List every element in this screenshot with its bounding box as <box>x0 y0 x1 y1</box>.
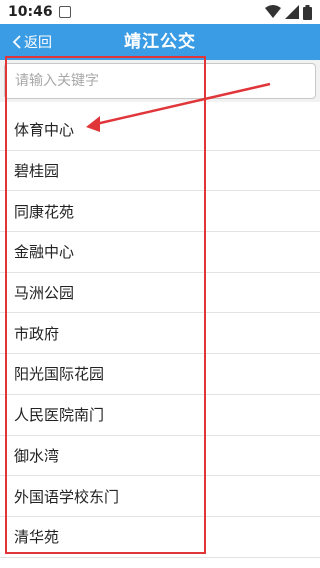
list-item[interactable]: 体育中心 <box>0 110 320 151</box>
list-item[interactable]: 清华苑 <box>0 517 320 558</box>
stop-name: 体育中心 <box>14 121 75 140</box>
list-item[interactable]: 马洲公园 <box>0 273 320 314</box>
stop-name: 人民医院南门 <box>14 406 105 425</box>
search-bar <box>0 60 320 102</box>
stop-list: 体育中心碧桂园同康花苑金融中心马洲公园市政府阳光国际花园 人民医院南门 御水湾外国语… <box>0 110 320 558</box>
status-bar: 10:46 <box>0 0 320 24</box>
stop-name: 阳光国际花园 <box>14 365 105 384</box>
list-item[interactable]: 同康花苑 <box>0 191 320 233</box>
wifi-icon <box>265 5 281 18</box>
search-input[interactable] <box>4 63 316 99</box>
signal-icon <box>285 5 299 19</box>
list-item[interactable]: 御水湾 <box>0 436 320 477</box>
stop-name: 同康花苑 <box>14 202 75 221</box>
stop-name: 御水湾 <box>14 446 60 465</box>
stop-name: 外国语学校东门 <box>14 487 120 506</box>
stop-name: 金融中心 <box>14 243 75 262</box>
list-item[interactable]: 外国语学校东门 <box>0 476 320 517</box>
sim-card-icon <box>58 6 71 18</box>
stop-name: 市政府 <box>14 324 60 343</box>
app-bar: 返回 靖江公交 <box>0 24 320 60</box>
list-item[interactable]: 人民医院南门 <box>0 395 320 436</box>
battery-icon <box>303 4 312 20</box>
stop-name: 清华苑 <box>14 528 60 547</box>
list-item[interactable]: 金融中心 <box>0 232 320 273</box>
list-item[interactable]: 碧桂园 <box>0 151 320 192</box>
list-item[interactable]: 市政府 <box>0 313 320 355</box>
list-item[interactable]: 阳光国际花园 <box>0 354 320 395</box>
page-title: 靖江公交 <box>124 32 196 52</box>
stop-name: 马洲公园 <box>14 284 75 303</box>
stop-name: 碧桂园 <box>14 162 60 181</box>
status-icons <box>265 4 312 20</box>
status-time: 10:46 <box>8 4 53 20</box>
